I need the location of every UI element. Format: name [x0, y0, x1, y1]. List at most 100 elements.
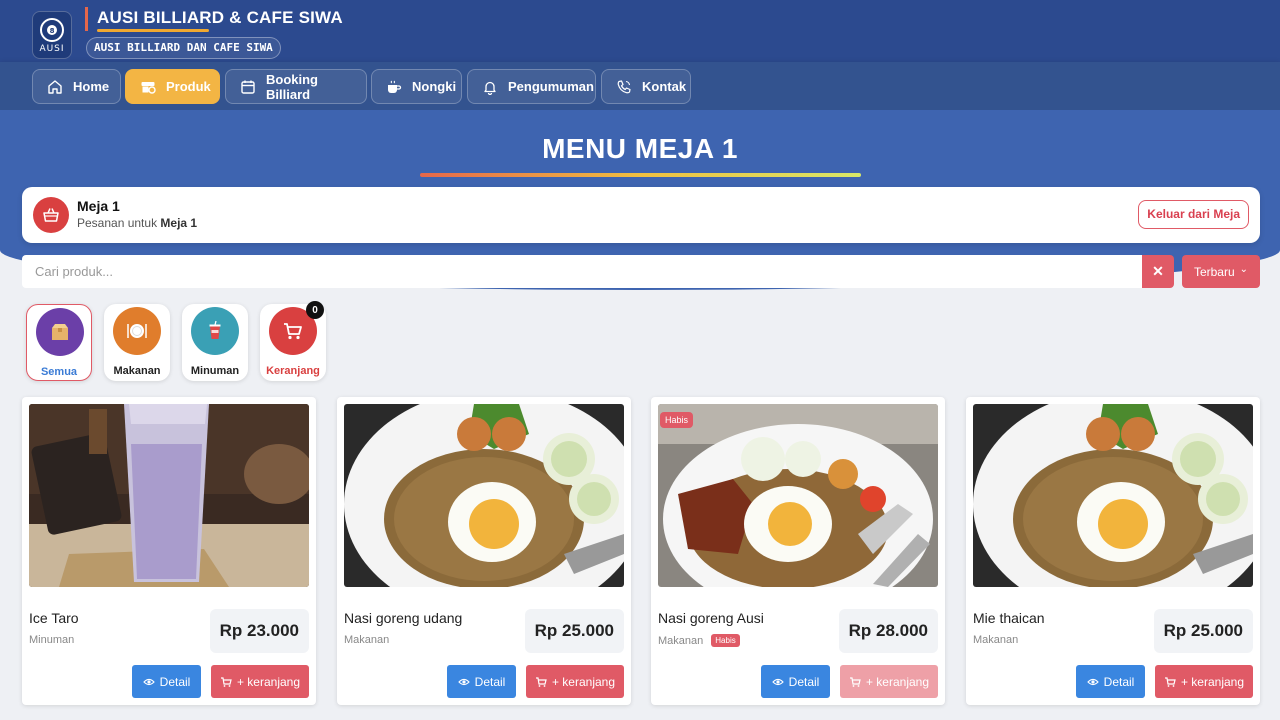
- add-to-cart-label: + keranjang: [236, 674, 301, 689]
- nav-pengumuman-label: Pengumuman: [508, 79, 594, 94]
- product-price: Rp 25.000: [1153, 609, 1253, 653]
- cart-icon: [535, 676, 547, 687]
- table-subtitle-table: Meja 1: [160, 216, 198, 230]
- nav-pengumuman-button[interactable]: Pengumuman: [467, 69, 596, 104]
- cart-icon: [1164, 676, 1176, 687]
- sold-out-tag: Habis: [711, 634, 740, 647]
- detail-button[interactable]: Detail: [447, 665, 516, 698]
- category-keranjang[interactable]: Keranjang 0: [260, 301, 326, 381]
- category-minuman[interactable]: Minuman: [182, 304, 248, 381]
- eye-icon: [771, 678, 784, 685]
- nav-nongki-label: Nongki: [412, 79, 457, 94]
- product-category: Makanan: [973, 634, 1018, 646]
- product-card: Mie thaican Makanan Rp 25.000 Detail + k…: [966, 397, 1260, 705]
- cart-icon: [849, 676, 861, 687]
- add-to-cart-label: + keranjang: [1180, 674, 1245, 689]
- add-to-cart-label: + keranjang: [551, 674, 616, 689]
- product-price: Rp 28.000: [838, 609, 938, 653]
- brand-subtitle: AUSI BILLIARD DAN CAFE SIWA: [86, 37, 281, 59]
- plate-cutlery-icon: [127, 324, 147, 338]
- table-subtitle-prefix: Pesanan untuk: [77, 216, 158, 230]
- product-category-label: Makanan: [344, 634, 390, 646]
- category-makanan[interactable]: Makanan: [104, 304, 170, 381]
- product-category-label: Makanan: [658, 634, 704, 647]
- nav-kontak-label: Kontak: [642, 79, 687, 94]
- leave-table-button[interactable]: Keluar dari Meja: [1138, 200, 1249, 229]
- clear-search-button[interactable]: ✕: [1142, 255, 1174, 288]
- detail-button-label: Detail: [788, 674, 820, 689]
- table-icon-circle: [33, 197, 69, 233]
- add-to-cart-label: + keranjang: [865, 674, 930, 689]
- brand-accent-bar: [85, 7, 88, 31]
- shop-icon: [141, 81, 156, 94]
- category-semua[interactable]: Semua: [26, 304, 92, 381]
- title-underline: [420, 173, 861, 177]
- table-subtitle: Pesanan untuk Meja 1: [77, 216, 197, 230]
- nav-produk-label: Produk: [166, 79, 211, 94]
- detail-button[interactable]: Detail: [761, 665, 830, 698]
- add-to-cart-button[interactable]: + keranjang: [1155, 665, 1253, 698]
- add-to-cart-button[interactable]: + keranjang: [526, 665, 624, 698]
- product-category-label: Makanan: [973, 634, 1019, 646]
- table-info-card: Meja 1 Pesanan untuk Meja 1 Keluar dari …: [22, 187, 1260, 243]
- cart-icon: [220, 676, 232, 687]
- sort-dropdown[interactable]: Terbaru ⌄: [1182, 255, 1260, 288]
- phone-icon: [617, 79, 631, 93]
- add-to-cart-button[interactable]: + keranjang: [840, 665, 938, 698]
- product-name: Ice Taro: [29, 610, 79, 626]
- category-keranjang-label: Keranjang: [266, 365, 320, 377]
- brand-underline: [97, 29, 209, 32]
- nav-kontak-button[interactable]: Kontak: [601, 69, 691, 104]
- product-price: Rp 23.000: [209, 609, 309, 653]
- product-category: Makanan Habis: [658, 634, 740, 647]
- product-image[interactable]: [29, 404, 309, 587]
- eye-icon: [457, 678, 470, 685]
- box-icon: [52, 324, 68, 340]
- cart-count-badge: 0: [306, 301, 324, 319]
- home-icon: [48, 79, 62, 94]
- product-category: Makanan: [344, 634, 389, 646]
- product-category-label: Minuman: [29, 634, 75, 646]
- nav-booking-button[interactable]: Booking Billiard: [225, 69, 367, 104]
- detail-button-label: Detail: [1103, 674, 1135, 689]
- mie-thaican-photo: [973, 404, 1253, 587]
- svg-text:8: 8: [50, 27, 55, 35]
- sort-label: Terbaru: [1193, 264, 1235, 279]
- bell-icon: [484, 81, 496, 95]
- nav-home-button[interactable]: Home: [32, 69, 121, 104]
- basket-icon: [43, 208, 59, 222]
- chevron-down-icon: ⌄: [1239, 264, 1249, 275]
- calendar-icon: [241, 80, 255, 94]
- nasi-goreng-ausi-photo: [658, 404, 938, 587]
- add-to-cart-button[interactable]: + keranjang: [211, 665, 309, 698]
- product-name: Mie thaican: [973, 610, 1045, 626]
- page-title: MENU MEJA 1: [542, 133, 738, 164]
- billiard-ball-icon: 8: [40, 17, 64, 42]
- category-makanan-circle: [113, 307, 161, 355]
- eye-icon: [142, 678, 155, 685]
- product-image[interactable]: [658, 404, 938, 587]
- close-icon: ✕: [1152, 263, 1164, 279]
- shopping-cart-icon: [284, 323, 302, 340]
- product-card: Ice Taro Minuman Rp 23.000 Detail + kera…: [22, 397, 316, 705]
- product-card: Habis Nasi goreng Ausi Makanan Habis Rp …: [651, 397, 945, 705]
- category-minuman-label: Minuman: [190, 365, 240, 377]
- logo-text: AUSI: [39, 43, 65, 54]
- ice-taro-photo: [29, 404, 309, 587]
- category-semua-label: Semua: [40, 366, 78, 378]
- product-price: Rp 25.000: [524, 609, 624, 653]
- coffee-cup-icon: [388, 80, 402, 93]
- product-image[interactable]: [973, 404, 1253, 587]
- nav-home-label: Home: [73, 79, 110, 94]
- brand-logo[interactable]: 8 AUSI: [32, 11, 72, 59]
- nasi-goreng-photo: [344, 404, 624, 587]
- category-semua-circle: [36, 308, 84, 356]
- nav-nongki-button[interactable]: Nongki: [371, 69, 462, 104]
- nav-booking-label: Booking Billiard: [266, 71, 318, 102]
- product-image[interactable]: [344, 404, 624, 587]
- search-input[interactable]: [22, 255, 1142, 288]
- drink-cup-icon: [209, 320, 221, 339]
- nav-produk-button[interactable]: Produk: [125, 69, 220, 104]
- detail-button[interactable]: Detail: [1076, 665, 1145, 698]
- detail-button[interactable]: Detail: [132, 665, 201, 698]
